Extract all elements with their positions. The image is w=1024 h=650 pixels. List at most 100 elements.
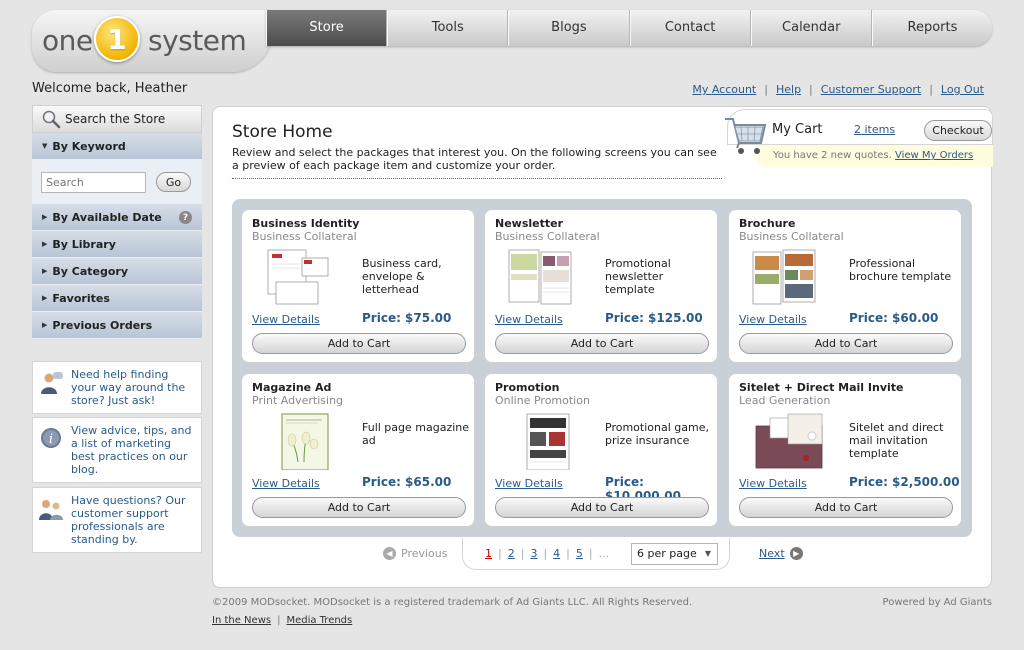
product-thumbnail[interactable] xyxy=(262,248,332,306)
search-store-header: Search the Store xyxy=(32,105,202,133)
product-card: Brochure Business Collateral Professiona… xyxy=(728,209,962,363)
nav-tab-calendar[interactable]: Calendar xyxy=(750,10,872,46)
view-details-link[interactable]: View Details xyxy=(495,477,563,490)
cart-label: My Cart xyxy=(772,122,823,137)
add-to-cart-button[interactable]: Add to Cart xyxy=(252,333,466,354)
sidebar-item-available-date[interactable]: ▶ By Available Date ? xyxy=(32,204,202,231)
media-trends-link[interactable]: Media Trends xyxy=(286,615,352,626)
product-description: Business card, envelope & letterhead xyxy=(362,257,442,296)
store-sidebar: Search the Store ▼ By Keyword Go ▶ By Av… xyxy=(32,105,202,339)
logo[interactable]: one 1 system xyxy=(32,10,272,72)
arrow-left-icon: ◀ xyxy=(383,547,396,560)
view-details-link[interactable]: View Details xyxy=(252,477,320,490)
nav-tab-blogs[interactable]: Blogs xyxy=(508,10,630,46)
page-link-1[interactable]: 1 xyxy=(485,547,492,560)
help-box-support[interactable]: Have questions? Our customer support pro… xyxy=(32,487,202,553)
per-page-value: 6 per page xyxy=(637,547,697,560)
help-box-ask[interactable]: Need help finding your way around the st… xyxy=(32,361,202,414)
add-to-cart-button[interactable]: Add to Cart xyxy=(739,497,953,518)
product-description: Full page magazine ad xyxy=(362,421,470,447)
view-details-link[interactable]: View Details xyxy=(252,313,320,326)
my-account-link[interactable]: My Account xyxy=(692,83,756,96)
nav-tab-reports[interactable]: Reports xyxy=(871,10,992,46)
chevron-right-icon: ▶ xyxy=(42,213,48,221)
cart-items-link[interactable]: 2 items xyxy=(854,123,895,136)
product-description: Professional brochure template xyxy=(849,257,952,283)
search-icon xyxy=(42,110,61,129)
help-box-ask-text: Need help finding your way around the st… xyxy=(71,368,186,407)
nav-tab-tools[interactable]: Tools xyxy=(387,10,509,46)
product-price: Price: $75.00 xyxy=(362,311,452,325)
product-description: Sitelet and direct mail invitation templ… xyxy=(849,421,944,460)
copyright-text: ©2009 MODsocket. MODsocket is a register… xyxy=(212,597,693,608)
product-description: Promotional game, prize insurance xyxy=(605,421,709,447)
product-thumbnail[interactable] xyxy=(262,412,332,470)
separator: | xyxy=(929,83,933,96)
customer-support-link[interactable]: Customer Support xyxy=(821,83,921,96)
sidebar-item-favorites[interactable]: ▶ Favorites xyxy=(32,285,202,312)
page-description: Review and select the packages that inte… xyxy=(232,146,717,172)
divider xyxy=(232,178,722,179)
product-category: Business Collateral xyxy=(739,230,844,243)
nav-tab-contact[interactable]: Contact xyxy=(629,10,751,46)
view-details-link[interactable]: View Details xyxy=(739,313,807,326)
product-card: Sitelet + Direct Mail Invite Lead Genera… xyxy=(728,373,962,527)
sidebar-item-library[interactable]: ▶ By Library xyxy=(32,231,202,258)
sidebar-item-previous-orders[interactable]: ▶ Previous Orders xyxy=(32,312,202,339)
logo-number-badge: 1 xyxy=(94,16,140,62)
separator: | xyxy=(520,547,525,560)
product-category: Online Promotion xyxy=(495,394,590,407)
product-thumbnail[interactable] xyxy=(505,412,575,470)
product-thumbnail[interactable] xyxy=(741,412,837,470)
product-category: Lead Generation xyxy=(739,394,831,407)
arrow-right-icon: ▶ xyxy=(789,547,803,560)
per-page-select[interactable]: 6 per page ▼ xyxy=(631,543,718,565)
help-box-support-text: Have questions? Our customer support pro… xyxy=(71,494,186,546)
product-card: Newsletter Business Collateral Promotion… xyxy=(484,209,718,363)
go-button[interactable]: Go xyxy=(156,172,191,192)
page-link-4[interactable]: 4 xyxy=(553,547,560,560)
previous-page-button[interactable]: ◀ Previous xyxy=(383,547,448,560)
in-the-news-link[interactable]: In the News xyxy=(212,615,271,626)
view-details-link[interactable]: View Details xyxy=(495,313,563,326)
view-orders-link[interactable]: View My Orders xyxy=(895,150,973,161)
quotes-text: You have 2 new quotes. xyxy=(773,150,892,161)
view-details-link[interactable]: View Details xyxy=(739,477,807,490)
checkout-button[interactable]: Checkout xyxy=(924,120,992,141)
by-keyword-toggle[interactable]: ▼ By Keyword xyxy=(32,133,202,160)
product-title: Business Identity xyxy=(252,217,360,230)
help-box-blog[interactable]: i View advice, tips, and a list of marke… xyxy=(32,417,202,483)
sidebar-item-label: By Library xyxy=(52,237,116,251)
help-link[interactable]: Help xyxy=(776,83,801,96)
add-to-cart-button[interactable]: Add to Cart xyxy=(739,333,953,354)
product-price: Price: $2,500.00 xyxy=(849,475,960,489)
account-links: My Account | Help | Customer Support | Log … xyxy=(692,83,984,96)
question-people-icon xyxy=(39,500,63,520)
quotes-notice: You have 2 new quotes. View My Orders xyxy=(755,145,993,167)
product-category: Business Collateral xyxy=(252,230,357,243)
page-link-2[interactable]: 2 xyxy=(508,547,515,560)
product-thumbnail[interactable] xyxy=(505,248,575,306)
separator: | xyxy=(764,83,768,96)
next-label[interactable]: Next xyxy=(759,547,785,560)
welcome-message: Welcome back, Heather xyxy=(32,81,188,96)
search-store-label: Search the Store xyxy=(65,112,166,126)
page-link-3[interactable]: 3 xyxy=(530,547,537,560)
add-to-cart-button[interactable]: Add to Cart xyxy=(495,497,709,518)
search-input[interactable] xyxy=(41,171,146,193)
add-to-cart-button[interactable]: Add to Cart xyxy=(252,497,466,518)
by-keyword-label: By Keyword xyxy=(52,139,126,153)
help-question-icon[interactable]: ? xyxy=(179,211,192,224)
product-grid: Business Identity Business Collateral Bu… xyxy=(232,199,972,537)
next-page-button[interactable]: Next ▶ xyxy=(759,547,803,560)
add-to-cart-button[interactable]: Add to Cart xyxy=(495,333,709,354)
product-thumbnail[interactable] xyxy=(749,248,819,306)
cart-icon[interactable] xyxy=(723,113,769,161)
nav-tab-store[interactable]: Store xyxy=(266,10,388,46)
chevron-down-icon: ▼ xyxy=(704,549,711,558)
sidebar-item-label: Previous Orders xyxy=(52,318,153,332)
chevron-right-icon: ▶ xyxy=(42,267,48,275)
log-out-link[interactable]: Log Out xyxy=(941,83,984,96)
sidebar-item-category[interactable]: ▶ By Category xyxy=(32,258,202,285)
page-link-5[interactable]: 5 xyxy=(576,547,583,560)
